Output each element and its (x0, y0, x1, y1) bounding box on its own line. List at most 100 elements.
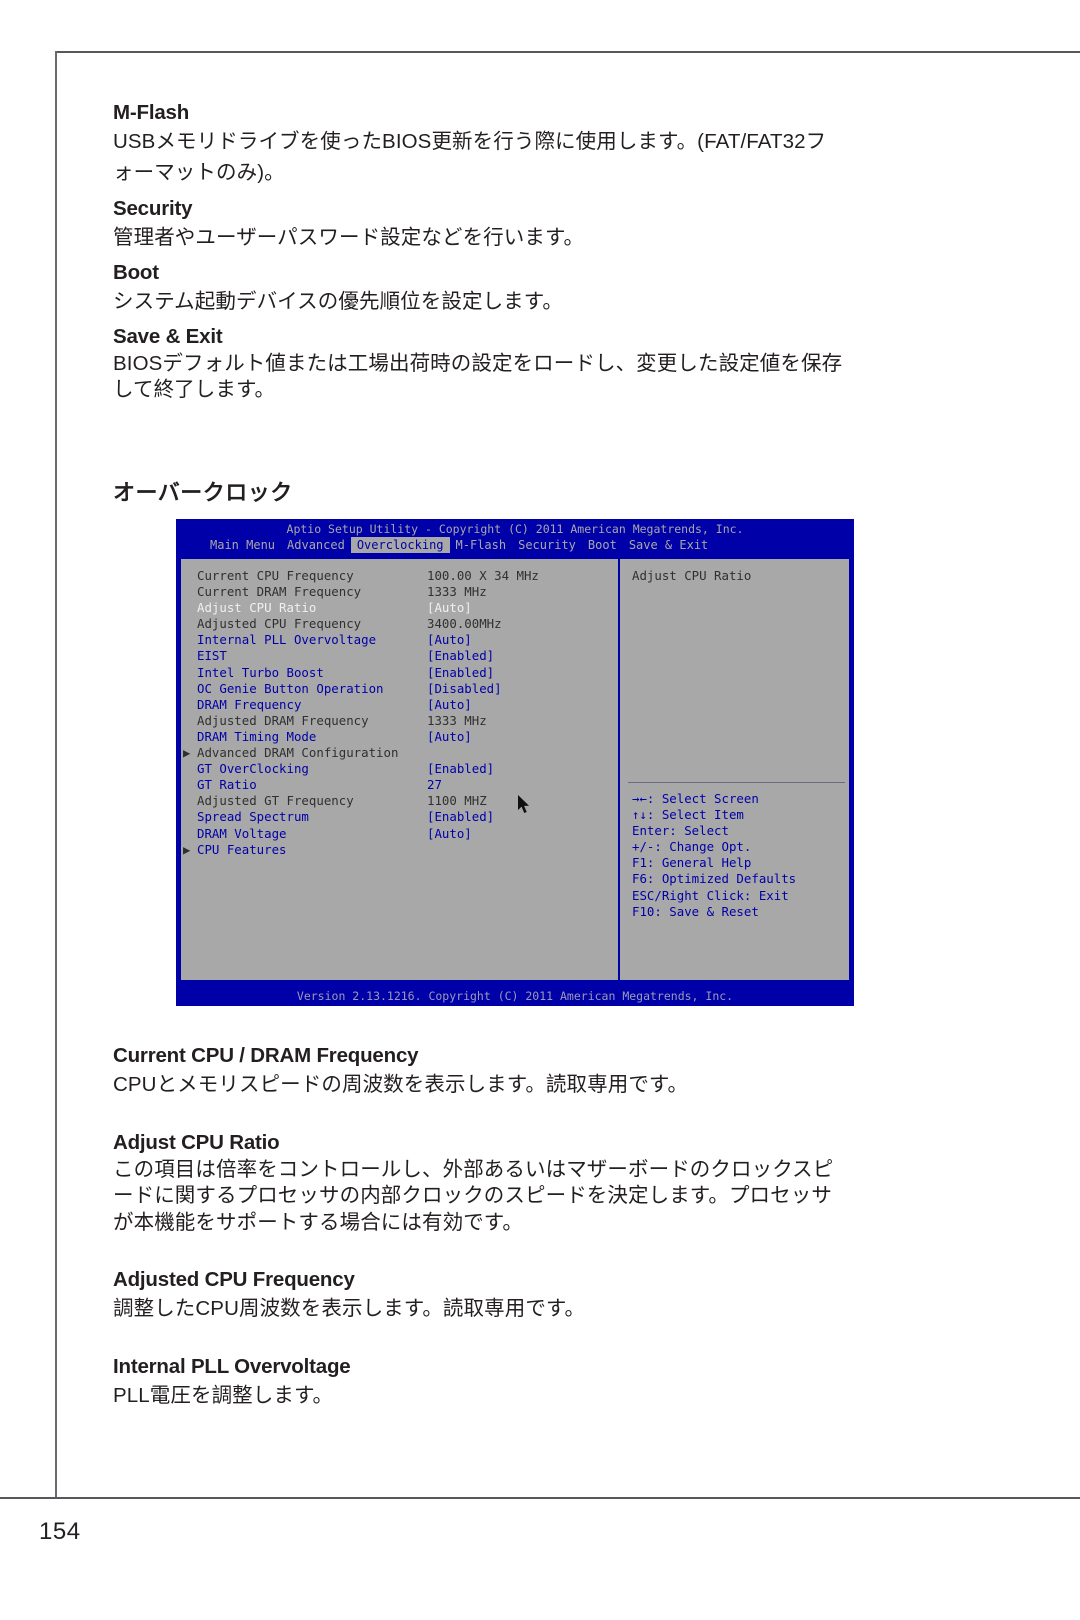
bios-setting-value: [Auto] (427, 728, 472, 744)
bios-title-bar: Aptio Setup Utility - Copyright (C) 2011… (286, 522, 744, 536)
bios-setting-value: [Auto] (427, 696, 472, 712)
bios-setting-label: DRAM Voltage (197, 825, 287, 841)
bios-setting-row: Adjusted DRAM Frequency 1333 MHz (181, 713, 618, 729)
bios-menu-main-menu[interactable]: Main Menu (204, 537, 281, 553)
bios-menu-m-flash[interactable]: M-Flash (450, 537, 513, 553)
bios-setting-value: [Auto] (427, 825, 472, 841)
bios-setting-label: OC Genie Button Operation (197, 680, 384, 696)
bios-setting-row[interactable]: ▶ Advanced DRAM Configuration (181, 745, 618, 761)
bios-key-hint: F1: General Help (632, 855, 752, 871)
bios-menu-boot[interactable]: Boot (582, 537, 623, 553)
page-footer-rule (0, 1497, 1080, 1499)
row-indent-spacer (181, 729, 197, 745)
document-content: M-Flash USBメモリドライブを使ったBIOS更新を行う際に使用します。(… (113, 100, 903, 404)
row-indent-spacer (181, 616, 197, 632)
bios-key-hint: F10: Save & Reset (632, 903, 759, 919)
bios-setting-value: [Enabled] (427, 809, 495, 825)
bios-menu-security[interactable]: Security (512, 537, 582, 553)
bios-setting-value: 100.00 X 34 MHz (427, 568, 539, 583)
bios-setting-label: EIST (197, 648, 227, 664)
bios-setting-label: Adjusted GT Frequency (197, 793, 354, 809)
bios-setting-value: 27 (427, 777, 442, 793)
row-indent-spacer (181, 809, 197, 825)
bios-setting-label: Current CPU Frequency (197, 568, 354, 583)
row-indent-spacer (181, 826, 197, 842)
descriptions-block: Current CPU / DRAM Frequency CPUとメモリスピード… (113, 1043, 913, 1411)
bios-setting-row[interactable]: OC Genie Button Operation [Disabled] (181, 681, 618, 697)
bios-setting-label: Adjusted CPU Frequency (197, 616, 362, 632)
page-title: オーバークロック (113, 480, 293, 505)
bios-setting-row[interactable]: EIST [Enabled] (181, 648, 618, 664)
bios-setting-label: GT OverClocking (197, 761, 309, 777)
desc-heading-internal-pll-overvoltage: Internal PLL Overvoltage (113, 1354, 351, 1378)
bios-setting-row: Current DRAM Frequency 1333 MHz (181, 584, 618, 600)
bios-key-hint: +/-: Change Opt. (632, 839, 752, 855)
bios-setting-label: Adjust CPU Ratio (197, 600, 317, 616)
bios-setting-label: Current DRAM Frequency (197, 584, 362, 600)
bios-setting-row[interactable]: Intel Turbo Boost [Enabled] (181, 665, 618, 681)
bios-menu-advanced[interactable]: Advanced (281, 537, 351, 553)
row-indent-spacer (181, 681, 197, 697)
bios-setting-row[interactable]: Spread Spectrum [Enabled] (181, 809, 618, 825)
bios-setting-label: Intel Turbo Boost (197, 664, 324, 680)
section-body-save-exit: BIOSデフォルト値または工場出荷時の設定をロードし、変更した設定値を保存 して… (113, 351, 843, 402)
page-border-top (56, 51, 1080, 53)
bios-setting-label: GT Ratio (197, 777, 257, 793)
bios-key-hint: F6: Optimized Defaults (632, 871, 797, 887)
bios-setting-value: [Auto] (427, 632, 472, 648)
row-indent-spacer (181, 648, 197, 664)
bios-setting-label: DRAM Frequency (197, 696, 302, 712)
bios-setting-row[interactable]: GT Ratio 27 (181, 777, 618, 793)
bios-setting-value: [Enabled] (427, 648, 495, 664)
desc-body-adjusted-cpu-frequency: 調整したCPU周波数を表示します。読取専用です。 (113, 1296, 586, 1320)
bios-setting-row[interactable]: Adjust CPU Ratio [Auto] (181, 600, 618, 616)
bios-menu-overclocking[interactable]: Overclocking (350, 537, 450, 553)
section-heading-boot: Boot (113, 260, 159, 284)
desc-heading-adjusted-cpu-frequency: Adjusted CPU Frequency (113, 1267, 355, 1291)
bios-footer-bar: Version 2.13.1216. Copyright (C) 2011 Am… (176, 986, 854, 1006)
row-indent-spacer (181, 584, 197, 600)
bios-setting-value: [Auto] (427, 600, 472, 616)
bios-setting-row[interactable]: Internal PLL Overvoltage [Auto] (181, 632, 618, 648)
submenu-arrow-icon: ▶ (183, 745, 191, 761)
bios-setting-row: Adjusted CPU Frequency 3400.00MHz (181, 616, 618, 632)
bios-setting-row[interactable]: DRAM Frequency [Auto] (181, 697, 618, 713)
desc-heading-adjust-cpu-ratio: Adjust CPU Ratio (113, 1131, 280, 1155)
row-indent-spacer (181, 793, 197, 809)
mouse-cursor-icon (518, 795, 529, 813)
bios-key-hint: ↑↓: Select Item (632, 807, 744, 823)
submenu-arrow-icon: ▶ (183, 841, 191, 857)
bios-key-hint: Enter: Select (632, 823, 729, 839)
bios-settings-list: Current CPU Frequency 100.00 X 34 MHz Cur… (181, 559, 618, 980)
row-indent-spacer (181, 600, 197, 616)
bios-setting-row: Adjusted GT Frequency 1100 MHZ (181, 793, 618, 809)
page-border-left (55, 51, 57, 1499)
page-number: 154 (39, 1518, 81, 1545)
desc-heading-current-cpu-dram-frequency: Current CPU / DRAM Frequency (113, 1044, 419, 1067)
bios-setting-value: [Enabled] (427, 761, 495, 777)
bios-setting-row: Current CPU Frequency 100.00 X 34 MHz (181, 568, 618, 584)
bios-setting-label: CPU Features (197, 841, 287, 857)
bios-setting-row[interactable]: DRAM Voltage [Auto] (181, 826, 618, 842)
bios-menu-bar: Main Menu Advanced Overclocking M-Flash Secu… (176, 537, 854, 553)
row-indent-spacer (181, 632, 197, 648)
bios-setting-value: [Enabled] (427, 664, 495, 680)
row-indent-spacer (181, 777, 197, 793)
bios-setting-label: Spread Spectrum (197, 809, 309, 825)
bios-setting-row[interactable]: ▶ CPU Features (181, 842, 618, 858)
section-heading-security: Security (113, 196, 193, 220)
bios-setting-value: 1333 MHz (427, 584, 487, 600)
section-body-boot: システム起動デバイスの優先順位を設定します。 (113, 290, 563, 314)
bios-setting-value: 1333 MHz (427, 712, 487, 728)
bios-setting-label: Internal PLL Overvoltage (197, 632, 377, 648)
row-indent-spacer (181, 665, 197, 681)
row-indent-spacer (181, 697, 197, 713)
bios-setting-row[interactable]: GT OverClocking [Enabled] (181, 761, 618, 777)
bios-menu-save-exit[interactable]: Save & Exit (623, 537, 714, 553)
row-indent-spacer (181, 761, 197, 777)
bios-setting-label: DRAM Timing Mode (197, 728, 317, 744)
row-indent-spacer (181, 713, 197, 729)
bios-setting-row[interactable]: DRAM Timing Mode [Auto] (181, 729, 618, 745)
section-body-security: 管理者やユーザーパスワード設定などを行います。 (113, 225, 585, 249)
bios-setting-value: [Disabled] (427, 680, 502, 696)
